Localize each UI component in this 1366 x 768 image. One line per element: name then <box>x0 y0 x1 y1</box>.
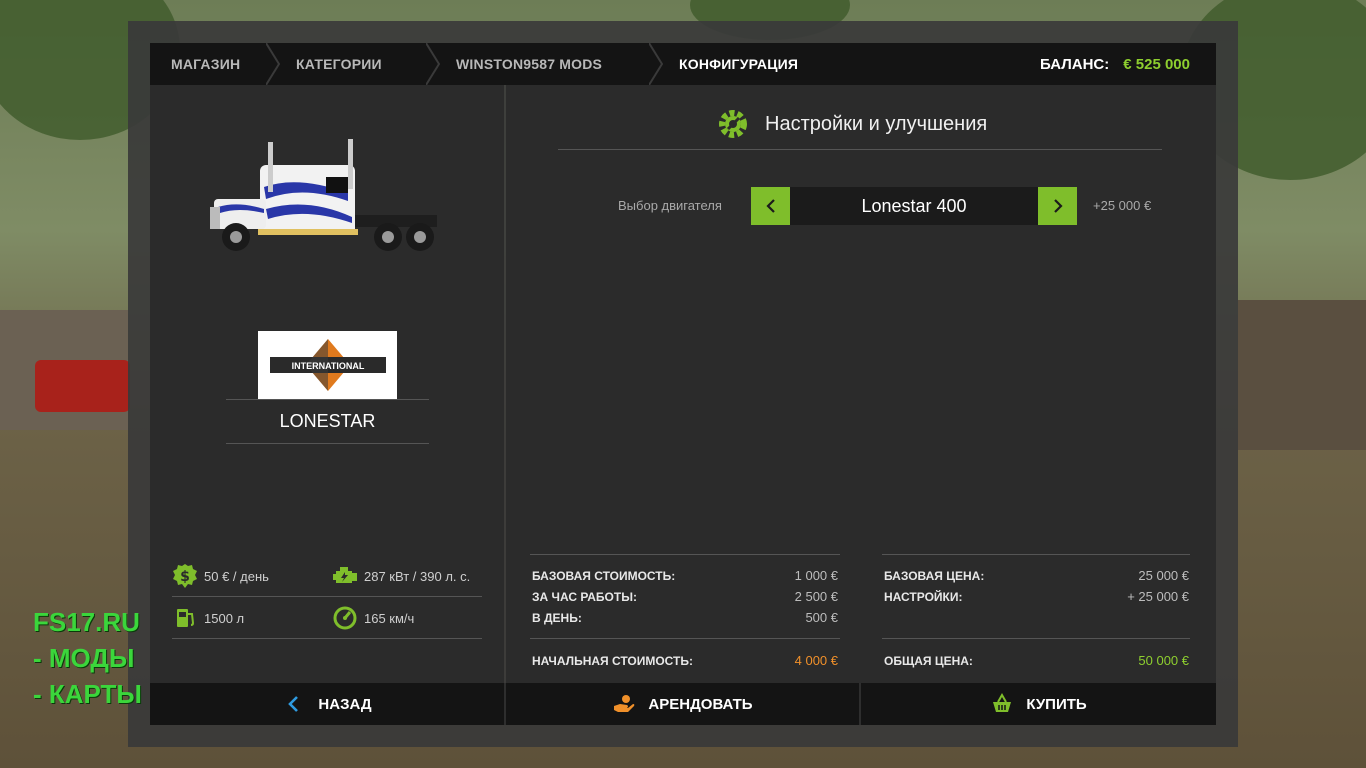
watermark: FS17.RU - МОДЫ - КАРТЫ <box>33 604 142 712</box>
lease-base-value: 1 000 € <box>794 568 838 583</box>
vehicle-panel: INTERNATIONAL LONESTAR $ 50 € / день 287… <box>150 85 504 683</box>
fuel-icon <box>177 609 195 627</box>
lease-initial-value: 4 000 € <box>794 653 838 668</box>
svg-text:INTERNATIONAL: INTERNATIONAL <box>291 361 364 371</box>
background-building <box>1238 300 1366 450</box>
watermark-line: FS17.RU <box>33 607 140 637</box>
lease-initial-label: НАЧАЛЬНАЯ СТОИМОСТЬ: <box>532 654 694 668</box>
engine-next-button[interactable] <box>1038 187 1077 225</box>
balance-value: € 525 000 <box>1123 55 1190 73</box>
divider <box>530 638 840 639</box>
back-button[interactable]: НАЗАД <box>150 683 504 725</box>
lease-day-value: 500 € <box>805 610 838 625</box>
breadcrumb-separator-icon <box>266 43 280 85</box>
purchase-config-label: НАСТРОЙКИ: <box>884 590 963 604</box>
purchase-total-label: ОБЩАЯ ЦЕНА: <box>884 654 973 668</box>
balance: БАЛАНС: € 525 000 <box>1040 43 1190 85</box>
breadcrumb-separator-icon <box>649 43 663 85</box>
truck-image <box>210 139 437 251</box>
breadcrumb-configuration: КОНФИГУРАЦИЯ <box>679 56 799 72</box>
purchase-config-value: + 25 000 € <box>1127 589 1189 604</box>
action-bar: НАЗАД АРЕНДОВАТЬ КУПИТЬ <box>150 683 1216 725</box>
divider <box>226 399 429 400</box>
divider <box>172 596 482 597</box>
speedometer-icon <box>333 606 357 630</box>
money-icon: $ <box>173 564 197 588</box>
purchase-total-value: 50 000 € <box>1138 653 1189 668</box>
breadcrumb-separator-icon <box>426 43 440 85</box>
divider <box>172 638 482 639</box>
purchase-base-value: 25 000 € <box>1138 568 1189 583</box>
divider <box>530 554 840 555</box>
divider <box>558 149 1162 150</box>
lease-button[interactable]: АРЕНДОВАТЬ <box>506 683 859 725</box>
divider <box>882 554 1190 555</box>
lease-day-label: В ДЕНЬ: <box>532 611 582 625</box>
shopping-basket-icon <box>993 692 1012 712</box>
breadcrumb-shop[interactable]: МАГАЗИН <box>150 43 266 85</box>
breadcrumb-mods[interactable]: WINSTON9587 MODS <box>456 43 649 85</box>
buy-button[interactable]: КУПИТЬ <box>861 683 1216 725</box>
lease-hand-icon <box>614 695 635 712</box>
vehicle-name: LONESTAR <box>279 411 376 431</box>
engine-option-label: Выбор двигателя <box>618 198 722 213</box>
stat-power: 287 кВт / 390 л. с. <box>332 563 470 589</box>
engine-selector: Lonestar 400 <box>751 187 1077 225</box>
lease-hour-label: ЗА ЧАС РАБОТЫ: <box>532 590 637 604</box>
configuration-title: Настройки и улучшения <box>716 107 987 141</box>
balance-label: БАЛАНС: <box>1040 55 1110 73</box>
watermark-line: - МОДЫ <box>33 643 135 673</box>
engine-option-price: +25 000 € <box>1093 198 1152 213</box>
purchase-base-label: БАЗОВАЯ ЦЕНА: <box>884 569 985 583</box>
watermark-line: - КАРТЫ <box>33 679 142 709</box>
brand-logo: INTERNATIONAL <box>258 331 397 399</box>
engine-selected-value: Lonestar 400 <box>861 195 967 216</box>
chevron-left-icon <box>288 696 299 712</box>
divider <box>882 638 1190 639</box>
gear-wrench-icon <box>719 110 747 138</box>
background-tractor <box>35 360 130 412</box>
breadcrumb-categories[interactable]: КАТЕГОРИИ <box>296 43 426 85</box>
svg-text:$: $ <box>180 569 190 585</box>
stat-speed: 165 км/ч <box>332 605 414 631</box>
configuration-panel: Настройки и улучшения Выбор двигателя Lo… <box>506 85 1216 683</box>
engine-prev-button[interactable] <box>751 187 790 225</box>
chevron-left-icon <box>765 199 775 213</box>
stat-daily-cost: $ 50 € / день <box>172 563 269 589</box>
stat-fuel: 1500 л <box>172 605 244 631</box>
chevron-right-icon <box>1053 199 1063 213</box>
international-logo-icon: INTERNATIONAL <box>269 339 386 391</box>
breadcrumb: МАГАЗИН КАТЕГОРИИ WINSTON9587 MODS КОНФИ… <box>150 43 1216 85</box>
lease-base-label: БАЗОВАЯ СТОИМОСТЬ: <box>532 569 676 583</box>
engine-icon <box>333 567 357 583</box>
divider <box>226 443 429 444</box>
lease-hour-value: 2 500 € <box>794 589 838 604</box>
